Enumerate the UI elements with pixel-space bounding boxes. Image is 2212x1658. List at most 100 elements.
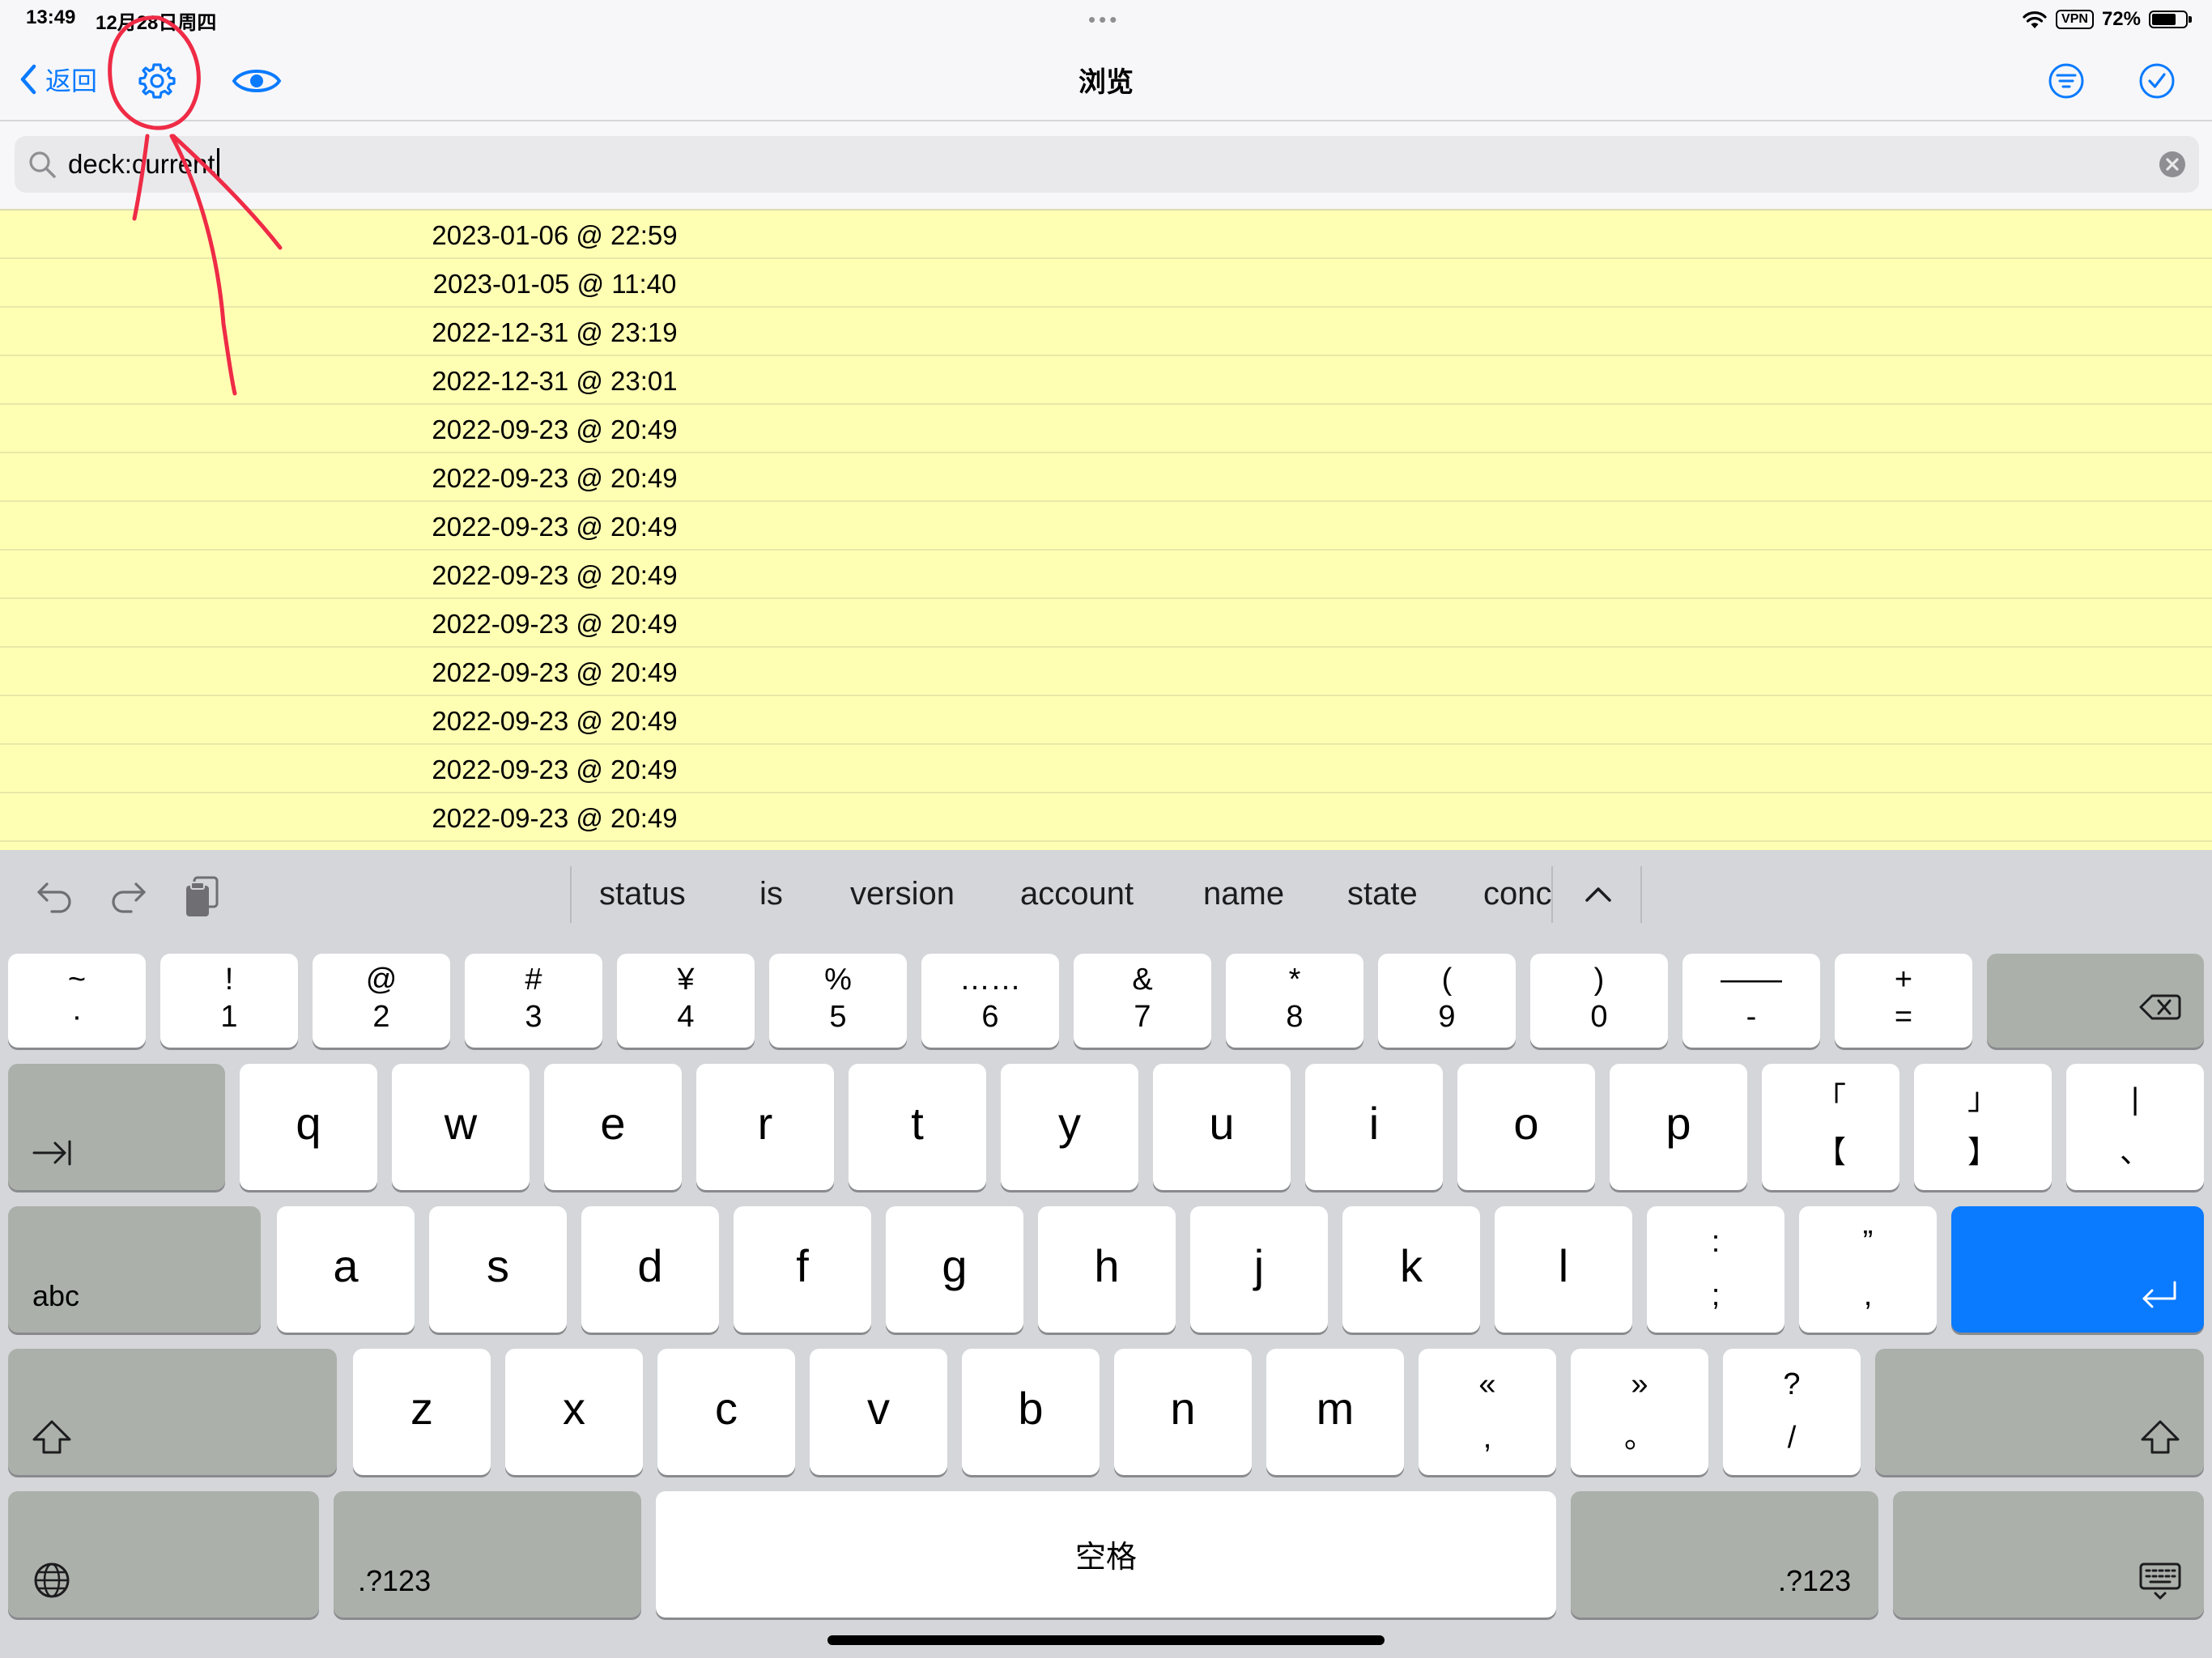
key-s[interactable]: s: [429, 1206, 567, 1333]
key-shift-char: 「: [1814, 1082, 1846, 1116]
shift-icon: [2141, 1420, 2180, 1454]
key-·[interactable]: ~ ·: [8, 954, 146, 1048]
key-shift-char: 」: [1967, 1082, 1998, 1116]
key-a[interactable]: a: [277, 1206, 415, 1333]
key-v[interactable]: v: [810, 1349, 947, 1475]
key-shift-char: ?: [1783, 1367, 1801, 1401]
key-r[interactable]: r: [696, 1064, 834, 1190]
key-punct-a-0[interactable]: :;: [1647, 1206, 1784, 1333]
key-h[interactable]: h: [1038, 1206, 1176, 1333]
key-k[interactable]: k: [1342, 1206, 1480, 1333]
key-g[interactable]: g: [886, 1206, 1023, 1333]
card-row[interactable]: 2022-12-31 @ 23:19: [0, 308, 2212, 356]
key-d[interactable]: d: [581, 1206, 719, 1333]
key-char: j: [1253, 1240, 1265, 1291]
shift-key-left[interactable]: [8, 1349, 337, 1475]
abc-key[interactable]: abc: [8, 1206, 261, 1333]
key-3[interactable]: #3: [465, 954, 602, 1048]
numbers-label: .?123: [1778, 1564, 1852, 1597]
key-t[interactable]: t: [849, 1064, 986, 1190]
search-bar[interactable]: deck:current: [15, 136, 2199, 193]
card-row[interactable]: 2022-09-23 @ 20:49: [0, 696, 2212, 745]
undo-button[interactable]: [32, 874, 78, 920]
card-row[interactable]: 2022-09-23 @ 20:49: [0, 599, 2212, 648]
card-row[interactable]: 2023-01-06 @ 22:59: [0, 210, 2212, 259]
card-row[interactable]: 2023-01-05 @ 11:40: [0, 259, 2212, 308]
card-row[interactable]: 2022-12-31 @ 23:01: [0, 356, 2212, 405]
key-8[interactable]: * 8: [1226, 954, 1363, 1048]
key-n[interactable]: n: [1114, 1349, 1252, 1475]
delete-key[interactable]: [1987, 954, 2204, 1048]
key-1[interactable]: ! 1: [160, 954, 298, 1048]
card-row[interactable]: 2022-09-23 @ 20:49: [0, 745, 2212, 793]
key-9[interactable]: (9: [1378, 954, 1516, 1048]
key-c[interactable]: c: [657, 1349, 795, 1475]
card-row[interactable]: 2022-09-23 @ 20:49: [0, 793, 2212, 842]
key-punct-1[interactable]: 」】: [1914, 1064, 2052, 1190]
card-row[interactable]: 2022-09-23 @ 20:49: [0, 502, 2212, 551]
key-y[interactable]: y: [1001, 1064, 1138, 1190]
key-m[interactable]: m: [1266, 1349, 1404, 1475]
filter-button[interactable]: [2042, 57, 2091, 105]
key-char: 9: [1438, 1000, 1456, 1034]
clear-search-icon[interactable]: [2159, 151, 2186, 178]
card-row[interactable]: 2022-09-23 @ 20:49: [0, 551, 2212, 599]
key-x[interactable]: x: [505, 1349, 643, 1475]
redo-button[interactable]: [105, 874, 151, 920]
suggestion-6[interactable]: conc: [1483, 876, 1551, 912]
key-j[interactable]: j: [1190, 1206, 1328, 1333]
tab-key[interactable]: [8, 1064, 225, 1190]
key-l[interactable]: l: [1495, 1206, 1632, 1333]
key-4[interactable]: ¥4: [617, 954, 755, 1048]
key-0[interactable]: ) 0: [1530, 954, 1668, 1048]
suggestion-2[interactable]: version: [850, 876, 955, 912]
suggestion-1[interactable]: is: [759, 876, 783, 912]
numbers-key-left[interactable]: .?123: [334, 1491, 641, 1618]
numbers-key-right[interactable]: .?123: [1571, 1491, 1878, 1618]
key-o[interactable]: o: [1457, 1064, 1595, 1190]
key-char: l: [1558, 1240, 1569, 1291]
multitasking-dots-icon[interactable]: •••: [1088, 9, 1120, 30]
key-punct-a-1[interactable]: ”,: [1799, 1206, 1937, 1333]
key-char: /: [1787, 1421, 1797, 1455]
key-q[interactable]: q: [240, 1064, 377, 1190]
key-6[interactable]: …… 6: [921, 954, 1059, 1048]
return-key[interactable]: [1951, 1206, 2204, 1333]
expand-suggestions-button[interactable]: [1577, 871, 1619, 916]
key-p[interactable]: p: [1610, 1064, 1747, 1190]
key-i[interactable]: i: [1305, 1064, 1443, 1190]
key-z[interactable]: z: [353, 1349, 491, 1475]
shift-key-right[interactable]: [1875, 1349, 2204, 1475]
key-punct-z-0[interactable]: «,: [1419, 1349, 1556, 1475]
globe-key[interactable]: [8, 1491, 319, 1618]
key-7[interactable]: & 7: [1074, 954, 1211, 1048]
key-punct-0[interactable]: 「【: [1762, 1064, 1899, 1190]
key-punct-z-1[interactable]: »。: [1571, 1349, 1708, 1475]
home-indicator[interactable]: [827, 1635, 1385, 1645]
card-row[interactable]: 2022-09-23 @ 20:49: [0, 648, 2212, 696]
key-5[interactable]: % 5: [769, 954, 907, 1048]
select-button[interactable]: [2133, 57, 2181, 105]
key-=[interactable]: + =: [1835, 954, 1972, 1048]
suggestion-5[interactable]: state: [1347, 876, 1418, 912]
suggestion-3[interactable]: account: [1020, 876, 1134, 912]
key-char: ·: [71, 1000, 83, 1034]
card-row[interactable]: 2022-09-23 @ 20:49: [0, 405, 2212, 453]
key-e[interactable]: e: [544, 1064, 682, 1190]
card-row[interactable]: 2022-09-23 @ 20:49: [0, 453, 2212, 502]
key-w[interactable]: w: [392, 1064, 530, 1190]
key-punct-z-2[interactable]: ? /: [1723, 1349, 1861, 1475]
search-input[interactable]: deck:current: [68, 148, 2159, 181]
paste-button[interactable]: [180, 874, 225, 920]
dismiss-keyboard-key[interactable]: [1893, 1491, 2204, 1618]
key--[interactable]: —— -: [1682, 954, 1820, 1048]
key-f[interactable]: f: [734, 1206, 871, 1333]
suggestion-0[interactable]: status: [599, 876, 686, 912]
key-2[interactable]: @2: [313, 954, 450, 1048]
suggestion-4[interactable]: name: [1203, 876, 1284, 912]
key-b[interactable]: b: [962, 1349, 1100, 1475]
key-char: a: [333, 1240, 359, 1291]
key-u[interactable]: u: [1153, 1064, 1291, 1190]
key-punct-2[interactable]: |、: [2066, 1064, 2204, 1190]
space-key[interactable]: 空格: [656, 1491, 1556, 1618]
